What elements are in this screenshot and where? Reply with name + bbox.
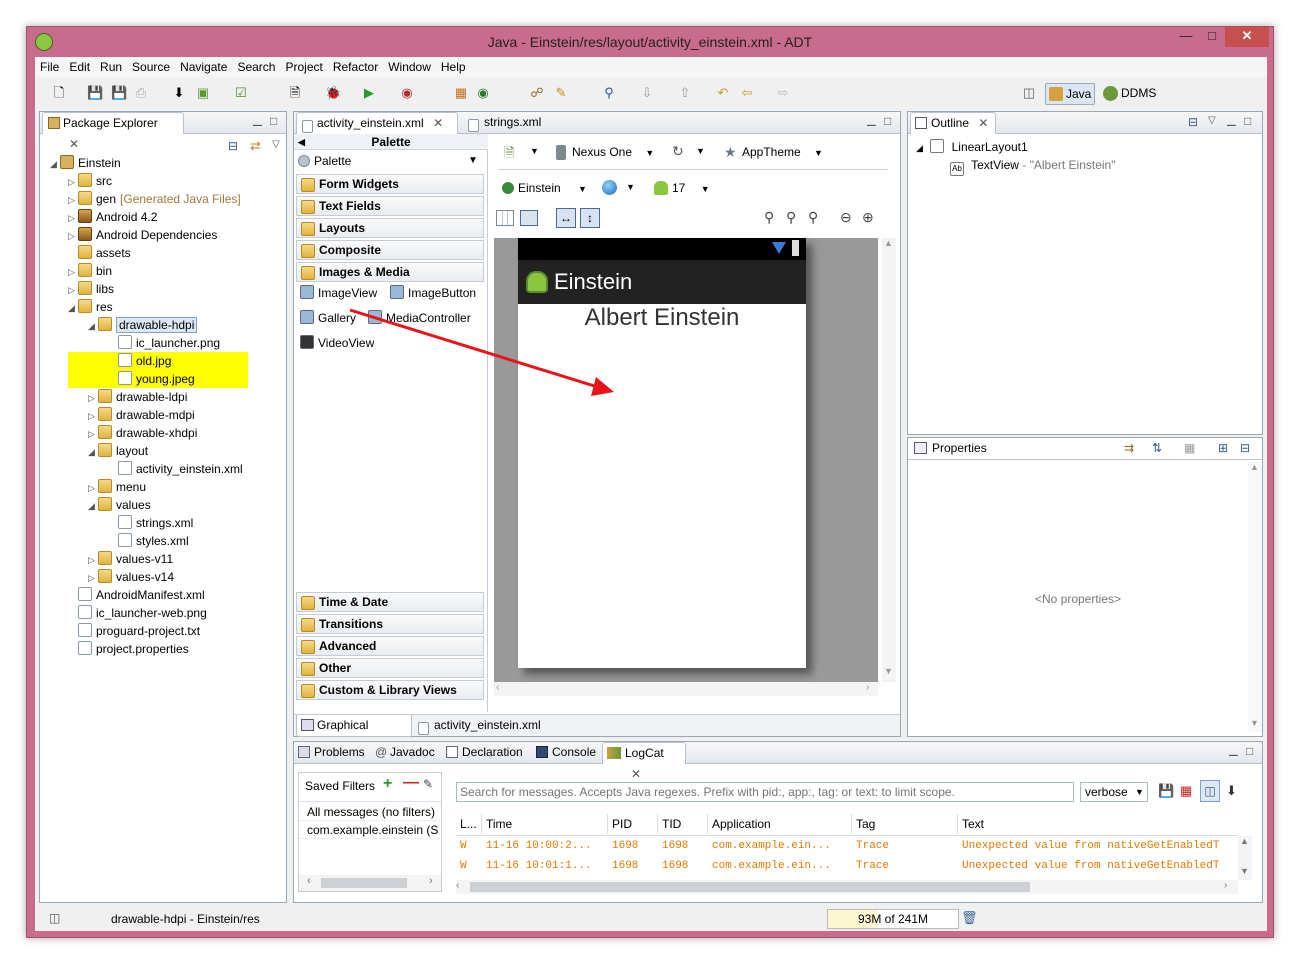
annotation-arrow xyxy=(349,308,614,396)
arrow-line xyxy=(349,308,605,391)
arrow-head xyxy=(591,377,614,396)
